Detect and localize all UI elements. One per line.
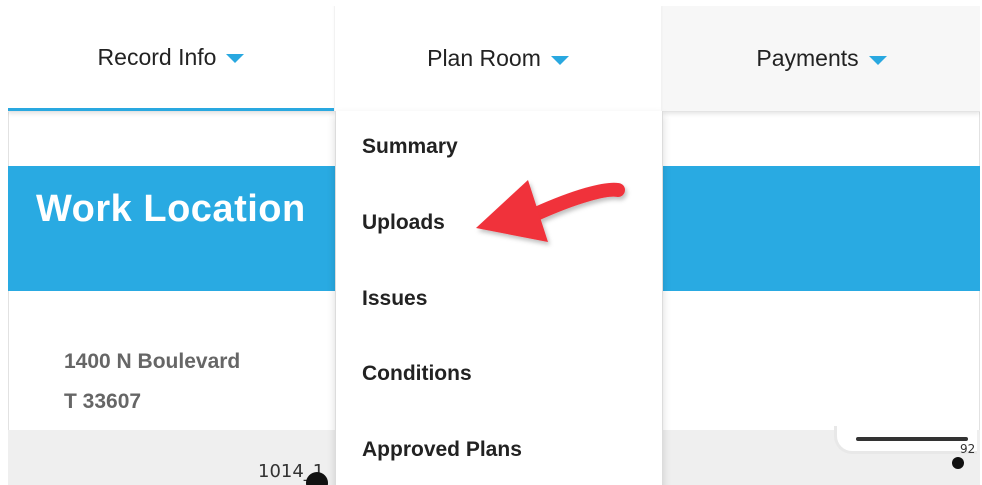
work-location-address: 1400 N Boulevard T 33607	[64, 342, 240, 422]
chevron-down-icon	[226, 54, 245, 63]
menu-item-summary[interactable]: Summary	[362, 135, 458, 159]
menu-item-conditions[interactable]: Conditions	[362, 362, 472, 386]
menu-item-issues[interactable]: Issues	[362, 287, 427, 311]
app-frame: Record Info Plan Room Payments Work Loca…	[8, 6, 980, 485]
chevron-down-icon	[550, 55, 569, 65]
menu-item-uploads[interactable]: Uploads	[362, 211, 445, 235]
section-title: Work Location	[36, 188, 306, 230]
tab-payments-label: Payments	[756, 45, 859, 71]
annotation-arrow-icon	[476, 180, 625, 242]
address-line-2: T 33607	[64, 390, 142, 413]
tab-plan-room[interactable]: Plan Room	[335, 6, 661, 111]
tab-payments[interactable]: Payments	[663, 6, 980, 111]
tab-plan-room-label: Plan Room	[427, 45, 541, 71]
address-line-1: 1400 N Boulevard	[64, 350, 241, 373]
map-number-label: 92	[960, 442, 976, 456]
map-marker-icon	[952, 457, 964, 469]
top-nav: Record Info Plan Room Payments	[8, 6, 980, 112]
tab-record-info[interactable]: Record Info	[8, 6, 334, 111]
menu-item-approved-plans[interactable]: Approved Plans	[362, 438, 522, 462]
tab-record-info-label: Record Info	[97, 43, 217, 70]
map-road-line	[856, 437, 968, 441]
chevron-down-icon	[868, 55, 887, 65]
